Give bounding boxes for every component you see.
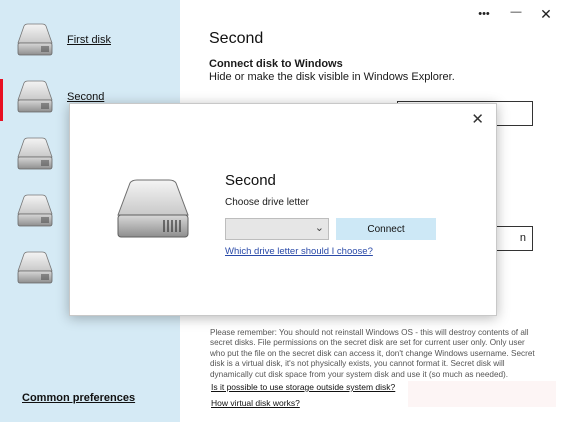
hard-disk-icon (117, 179, 189, 238)
hard-disk-icon (17, 137, 53, 170)
close-icon[interactable]: ✕ (471, 110, 484, 128)
action-button-label: n (519, 232, 526, 244)
hard-disk-icon (17, 23, 53, 56)
hard-disk-icon (17, 251, 53, 284)
storage-help-link[interactable]: Is it possible to use storage outside sy… (211, 382, 395, 392)
connect-heading: Connect disk to Windows (209, 58, 343, 70)
close-icon[interactable]: ✕ (536, 6, 556, 23)
minimize-icon[interactable]: — (506, 6, 526, 18)
choose-drive-dialog: ✕ Second Choose drive letter ⌄ Connect W… (69, 103, 497, 316)
selection-marker (0, 79, 3, 121)
connect-description: Hide or make the disk visible in Windows… (209, 71, 455, 83)
hard-disk-icon (17, 194, 53, 227)
common-preferences-link[interactable]: Common preferences (22, 392, 135, 404)
connect-button[interactable]: Connect (336, 218, 436, 240)
sidebar-item-first-disk[interactable]: First disk (0, 20, 180, 70)
faint-button[interactable] (408, 381, 556, 407)
drive-letter-help-link[interactable]: Which drive letter should I choose? (225, 246, 373, 257)
chevron-down-icon: ⌄ (314, 222, 324, 234)
page-title: Second (209, 30, 264, 47)
sidebar-item-label[interactable]: Second (67, 91, 104, 103)
virtual-disk-help-link[interactable]: How virtual disk works? (211, 398, 300, 408)
dialog-title: Second (225, 172, 276, 189)
notice-text: Please remember: You should not reinstal… (210, 328, 535, 379)
drive-letter-select[interactable]: ⌄ (225, 218, 329, 240)
sidebar-item-label[interactable]: First disk (67, 34, 111, 46)
more-icon[interactable]: ••• (474, 8, 494, 20)
hard-disk-icon (17, 80, 53, 113)
dialog-subtitle: Choose drive letter (225, 197, 309, 208)
